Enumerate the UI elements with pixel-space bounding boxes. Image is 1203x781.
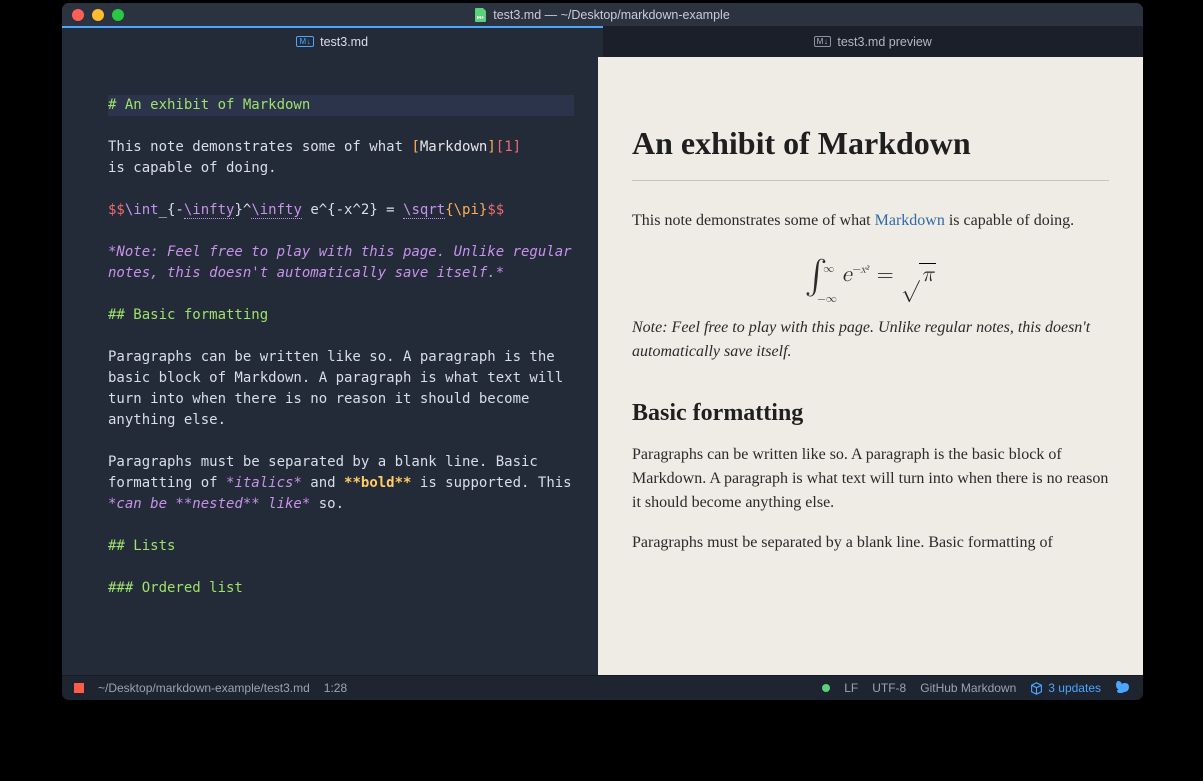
status-encoding[interactable]: UTF-8 [872, 681, 906, 695]
maximize-icon[interactable] [112, 9, 124, 21]
status-updates[interactable]: 3 updates [1030, 681, 1101, 695]
editor-line: *Note: Feel free to play with this page.… [108, 244, 580, 281]
preview-note: Note: Feel free to play with this page. … [632, 316, 1109, 364]
preview-h2: Basic formatting [632, 400, 1109, 427]
editor-line: $$\int_{-\infty}^\infty e^{-x^2} = \sqrt… [108, 202, 504, 219]
editor-line: # An exhibit of Markdown [108, 97, 310, 113]
editor-line: Paragraphs can be written like so. A par… [108, 349, 572, 428]
editor-pane[interactable]: # An exhibit of Markdown This note demon… [62, 57, 598, 675]
status-bar: ~/Desktop/markdown-example/test3.md 1:28… [62, 675, 1143, 700]
squirrel-icon[interactable] [1115, 679, 1131, 698]
editor-window: test3.md — ~/Desktop/markdown-example M↓… [62, 3, 1143, 700]
editor-line: ### Ordered list [108, 580, 243, 596]
split-panes: # An exhibit of Markdown This note demon… [62, 57, 1143, 675]
window-title-text: test3.md — ~/Desktop/markdown-example [493, 8, 730, 22]
window-title: test3.md — ~/Desktop/markdown-example [475, 8, 730, 22]
status-line-ending[interactable]: LF [844, 681, 858, 695]
preview-paragraph: Paragraphs must be separated by a blank … [632, 531, 1109, 555]
markdown-badge-icon: M↓ [814, 36, 832, 47]
git-status-icon[interactable] [822, 684, 830, 692]
preview-h1: An exhibit of Markdown [632, 125, 1109, 162]
status-cursor-position[interactable]: 1:28 [324, 681, 347, 695]
editor-line: ## Lists [108, 538, 175, 554]
editor-line: Paragraphs must be separated by a blank … [108, 454, 580, 512]
tab-label: test3.md preview [837, 35, 931, 49]
editor-line: ## Basic formatting [108, 307, 268, 323]
tab-label: test3.md [320, 35, 368, 49]
close-icon[interactable] [72, 9, 84, 21]
tab-bar: M↓ test3.md M↓ test3.md preview [62, 26, 1143, 57]
preview-paragraph: Paragraphs can be written like so. A par… [632, 443, 1109, 515]
titlebar: test3.md — ~/Desktop/markdown-example [62, 3, 1143, 26]
tab-preview[interactable]: M↓ test3.md preview [603, 26, 1144, 57]
package-icon [1030, 682, 1043, 695]
preview-math: ∫∞−∞ e−x² = √π [632, 251, 1109, 292]
status-deprecation-icon[interactable] [74, 683, 84, 693]
status-filepath[interactable]: ~/Desktop/markdown-example/test3.md [98, 681, 310, 695]
preview-divider [632, 180, 1109, 181]
traffic-lights [72, 9, 124, 21]
markdown-badge-icon: M↓ [296, 36, 314, 47]
preview-paragraph: This note demonstrates some of what Mark… [632, 209, 1109, 233]
editor-line: This note demonstrates some of what [Mar… [108, 139, 521, 176]
preview-pane[interactable]: An exhibit of Markdown This note demonst… [598, 57, 1143, 675]
minimize-icon[interactable] [92, 9, 104, 21]
tab-source[interactable]: M↓ test3.md [62, 26, 603, 57]
preview-link-markdown[interactable]: Markdown [875, 212, 945, 229]
status-grammar[interactable]: GitHub Markdown [920, 681, 1016, 695]
markdown-file-icon [475, 8, 487, 22]
